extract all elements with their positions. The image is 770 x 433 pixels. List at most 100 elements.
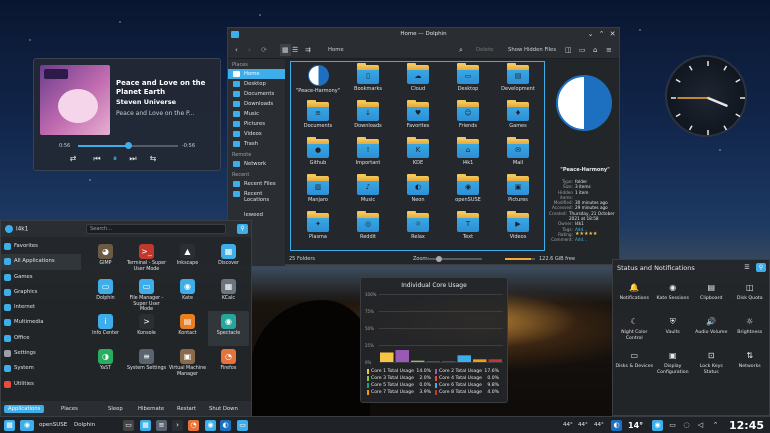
places-item[interactable]: Desktop [228,79,285,89]
network-icon[interactable]: ◌ [681,420,692,431]
places-item[interactable]: Pictures [228,119,285,129]
file-item[interactable]: ♪ Music [343,173,393,210]
places-item[interactable]: Recent Locations [228,189,285,203]
tray-item[interactable]: ⊡ Lock Keys Status [692,348,731,382]
volume-icon[interactable]: ◁ [695,420,706,431]
show-hidden-button[interactable]: Show Hidden Files [508,44,556,56]
pin-icon[interactable]: ⚲ [756,263,766,272]
places-item[interactable]: Videos [228,129,285,139]
seek-slider[interactable] [78,142,178,149]
repeat-icon[interactable]: ⇆ [147,154,159,163]
up-icon[interactable]: ⟳ [261,44,267,56]
app-item[interactable]: ▦ Discover [208,241,249,276]
category-item[interactable]: Office [1,331,81,346]
compact-view-icon[interactable]: ☰ [292,44,298,56]
split-icon[interactable]: ◫ [565,44,572,56]
zoom-slider[interactable] [422,256,482,262]
file-item[interactable]: ▤ Development [493,62,543,99]
app-item[interactable]: ◉ Spectacle [208,311,249,346]
app-item[interactable]: ≡ System Settings [126,346,167,381]
file-item[interactable]: ◎ Reddit [343,210,393,247]
tray-item[interactable]: ◉ Kate Sessions [654,280,693,314]
file-item[interactable]: ▣ Pictures [493,173,543,210]
app-item[interactable]: ▭ Dolphin [85,276,126,311]
tray-item[interactable]: 🔊 Audio Volume [692,314,731,348]
app-item[interactable]: i Info Center [85,311,126,346]
file-item[interactable]: ≡ Documents [293,99,343,136]
seek-handle[interactable] [124,142,132,149]
dolphin-icon[interactable]: ▭ [237,420,248,431]
kate-icon[interactable]: ◉ [205,420,216,431]
app-item[interactable]: ▣ Virtual Machine Manager [167,346,208,381]
app-item[interactable]: ▭ File Manager - Super User Mode [126,276,167,312]
tray-item[interactable]: ⛨ Vaults [654,314,693,348]
places-item[interactable]: Home [228,69,285,79]
category-item[interactable]: Games [1,270,81,285]
sleep-button[interactable]: Sleep [108,405,123,413]
home-icon[interactable]: ⌂ [593,44,597,56]
places-item[interactable]: Trash [228,139,285,149]
configure-icon[interactable]: ☰ [742,263,752,272]
category-item[interactable]: All Applications [1,254,81,270]
task-dolphin[interactable]: Dolphin [74,417,95,433]
app-item[interactable]: ▲ Inkscape [167,241,208,276]
file-item[interactable]: ♥ Favorites [393,99,443,136]
firefox-icon[interactable]: ◔ [188,420,199,431]
category-item[interactable]: Settings [1,346,81,361]
app-item[interactable]: ◔ Firefox [208,346,249,381]
file-item[interactable]: ! Important [343,136,393,173]
app-item[interactable]: >_ Terminal - Super User Mode [126,241,167,276]
tray-arrow-icon[interactable]: ⌃ [710,420,721,431]
shutdown-button[interactable]: Shut Down [209,405,238,413]
file-item[interactable]: ☺ Friends [443,99,493,136]
places-item[interactable]: Downloads [228,99,285,109]
app-item[interactable]: > Konsole [126,311,167,346]
maximize-icon[interactable]: ⌃ [597,30,606,39]
hamburger-menu-icon[interactable]: ≡ [606,44,612,56]
file-item[interactable]: T Text [443,210,493,247]
battery-icon[interactable]: ▭ [667,420,678,431]
tray-item[interactable]: 🔔 Notifications [615,280,654,314]
places-item[interactable]: Network [228,159,285,169]
restart-button[interactable]: Restart [177,405,196,413]
close-icon[interactable]: ✕ [608,30,617,39]
konsole-icon[interactable]: › [172,420,183,431]
file-item[interactable]: ⌂ l4k1 [443,136,493,173]
file-item[interactable]: ☼ Relax [393,210,443,247]
tray-item[interactable]: ▭ Disks & Devices [615,348,654,382]
tray-peace-icon[interactable]: ◐ [611,420,622,431]
previous-icon[interactable]: ⏮ [91,154,103,164]
shuffle-icon[interactable]: ⇄ [67,154,79,163]
discover-icon[interactable]: ▦ [140,420,151,431]
details-view-icon[interactable]: ⇉ [305,44,311,56]
category-item[interactable]: Favorites [1,239,81,254]
tray-item[interactable]: ◫ Disk Quota [731,280,770,314]
file-item[interactable]: ▯ Bookmarks [343,62,393,99]
tray-item[interactable]: ☼ Brightness [731,314,770,348]
avatar[interactable] [5,225,13,233]
app-item[interactable]: ▤ Kontact [167,311,208,346]
tray-item[interactable]: ⇅ Networks [731,348,770,382]
terminal-icon[interactable]: ▭ [579,44,586,56]
tray-item[interactable]: ▤ Clipboard [692,280,731,314]
places-item[interactable]: leweed [228,210,285,220]
settings-icon[interactable]: ≡ [156,420,167,431]
forward-icon[interactable]: › [248,44,251,56]
category-item[interactable]: Multimedia [1,315,81,330]
file-item[interactable]: ▥ Manjaro [293,173,343,210]
breadcrumb[interactable]: Home [328,44,344,56]
category-item[interactable]: Graphics [1,285,81,300]
pin-icon[interactable]: ⚲ [237,224,248,234]
file-item[interactable]: K KDE [393,136,443,173]
app-item[interactable]: ◕ GIMP [85,241,126,276]
app-item[interactable]: ◉ Kate [167,276,208,311]
category-item[interactable]: Internet [1,300,81,315]
play-pause-icon[interactable]: ⏸ [109,154,121,164]
tray-item[interactable]: ▣ Display Configuration [654,348,693,382]
tray-item[interactable]: ☾ Night Color Control [615,314,654,348]
category-item[interactable]: Utilities [1,377,81,392]
file-item[interactable]: ◉ openSUSE [443,173,493,210]
search-input[interactable]: Search... [86,224,226,234]
file-item[interactable]: ▭ Desktop [443,62,493,99]
launcher-icon[interactable]: ▦ [4,420,15,431]
